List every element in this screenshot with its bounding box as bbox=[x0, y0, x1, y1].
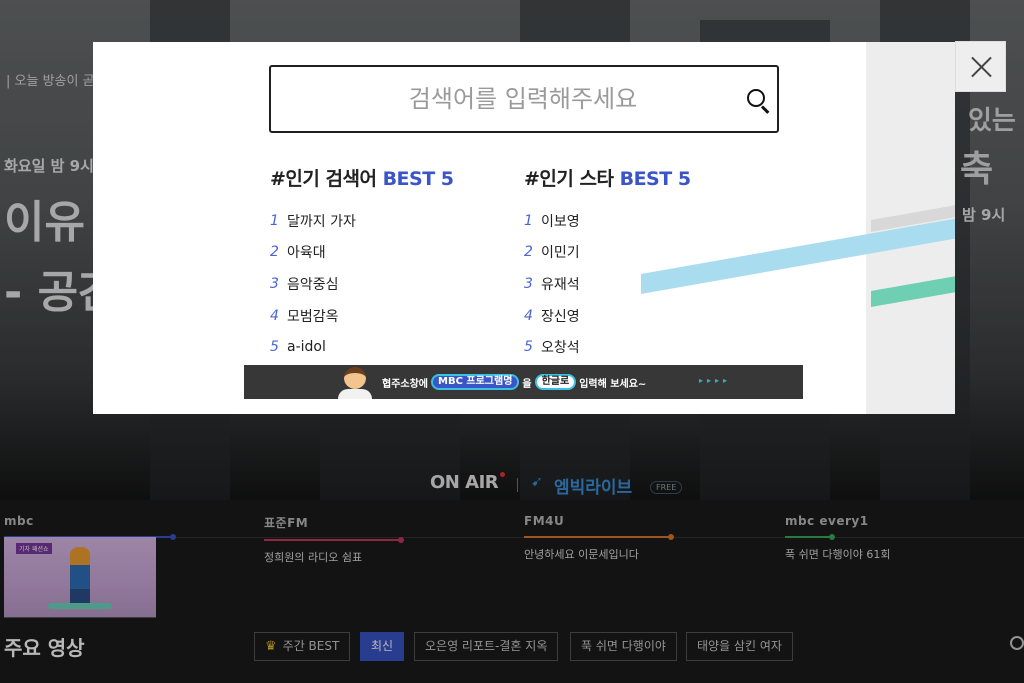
rank-number: 3 bbox=[524, 275, 533, 292]
banner-text-part: 입력해 보세요~ bbox=[579, 378, 647, 390]
list-item[interactable]: 1 이보영 bbox=[524, 205, 764, 237]
search-box bbox=[269, 65, 779, 133]
rank-number: 2 bbox=[524, 244, 533, 261]
list-item[interactable]: 2 아육대 bbox=[270, 237, 510, 269]
rank-number: 5 bbox=[270, 339, 279, 356]
rank-keyword: 아육대 bbox=[287, 245, 326, 262]
rank-number: 5 bbox=[524, 339, 533, 356]
popular-star-panel: #인기 스타 BEST 5 1 이보영 2 이민기 3 유재석 4 장신영 5 오창석 bbox=[524, 164, 764, 363]
list-item[interactable]: 4 모범감옥 bbox=[270, 300, 510, 332]
rank-number: 4 bbox=[524, 307, 533, 324]
banner-pill-program: MBC 프로그램명 bbox=[431, 374, 520, 390]
rank-number: 3 bbox=[270, 275, 279, 292]
rank-keyword: a-idol bbox=[287, 339, 326, 356]
character-icon bbox=[338, 367, 372, 399]
character-head bbox=[344, 367, 366, 389]
list-item[interactable]: 5 오창석 bbox=[524, 331, 764, 363]
rank-number: 1 bbox=[270, 212, 279, 229]
rank-keyword: 모범감옥 bbox=[287, 308, 339, 325]
rank-star: 이보영 bbox=[541, 213, 580, 230]
search-icon-handle bbox=[760, 105, 770, 114]
heading-best: BEST 5 bbox=[619, 168, 691, 190]
rank-star: 장신영 bbox=[541, 308, 580, 325]
heading-prefix: #인기 검색어 bbox=[270, 168, 377, 190]
list-item[interactable]: 3 음악중심 bbox=[270, 268, 510, 300]
search-tip-banner[interactable]: 협주소창에 MBC 프로그램명 을 한글로 입력해 보세요~ ▸▸▸▸ bbox=[244, 365, 803, 399]
popular-star-heading: #인기 스타 BEST 5 bbox=[524, 164, 764, 191]
banner-text: 협주소창에 MBC 프로그램명 을 한글로 입력해 보세요~ bbox=[382, 374, 646, 390]
rank-keyword: 음악중심 bbox=[287, 276, 339, 293]
list-item[interactable]: 1 달까지 가자 bbox=[270, 205, 510, 237]
rank-star: 유재석 bbox=[541, 276, 580, 293]
banner-text-part: 을 bbox=[522, 378, 532, 390]
rank-number: 1 bbox=[524, 212, 533, 229]
rank-number: 2 bbox=[270, 244, 279, 261]
heading-best: BEST 5 bbox=[382, 168, 454, 190]
list-item[interactable]: 4 장신영 bbox=[524, 300, 764, 332]
popular-star-list: 1 이보영 2 이민기 3 유재석 4 장신영 5 오창석 bbox=[524, 205, 764, 363]
rank-star: 오창석 bbox=[541, 340, 580, 357]
close-button[interactable] bbox=[955, 41, 1006, 92]
search-input[interactable] bbox=[273, 69, 733, 129]
list-item[interactable]: 5 a-idol bbox=[270, 331, 510, 363]
arrows-icon: ▸▸▸▸ bbox=[699, 376, 732, 385]
character-body bbox=[338, 389, 372, 399]
list-item[interactable]: 3 유재석 bbox=[524, 268, 764, 300]
rank-number: 4 bbox=[270, 307, 279, 324]
rank-star: 이민기 bbox=[541, 245, 580, 262]
popular-search-panel: #인기 검색어 BEST 5 1 달까지 가자 2 아육대 3 음악중심 4 모범감옥 … bbox=[270, 164, 510, 363]
list-item[interactable]: 2 이민기 bbox=[524, 237, 764, 269]
rank-keyword: 달까지 가자 bbox=[287, 213, 356, 230]
heading-prefix: #인기 스타 bbox=[524, 168, 614, 190]
banner-pill-korean: 한글로 bbox=[534, 374, 577, 390]
popular-search-heading: #인기 검색어 BEST 5 bbox=[270, 164, 510, 191]
search-button[interactable] bbox=[741, 81, 775, 117]
popular-search-list: 1 달까지 가자 2 아육대 3 음악중심 4 모범감옥 5 a-idol bbox=[270, 205, 510, 363]
banner-text-part: 협주소창에 bbox=[382, 378, 428, 390]
search-modal: #인기 검색어 BEST 5 1 달까지 가자 2 아육대 3 음악중심 4 모범감옥 … bbox=[93, 42, 955, 414]
